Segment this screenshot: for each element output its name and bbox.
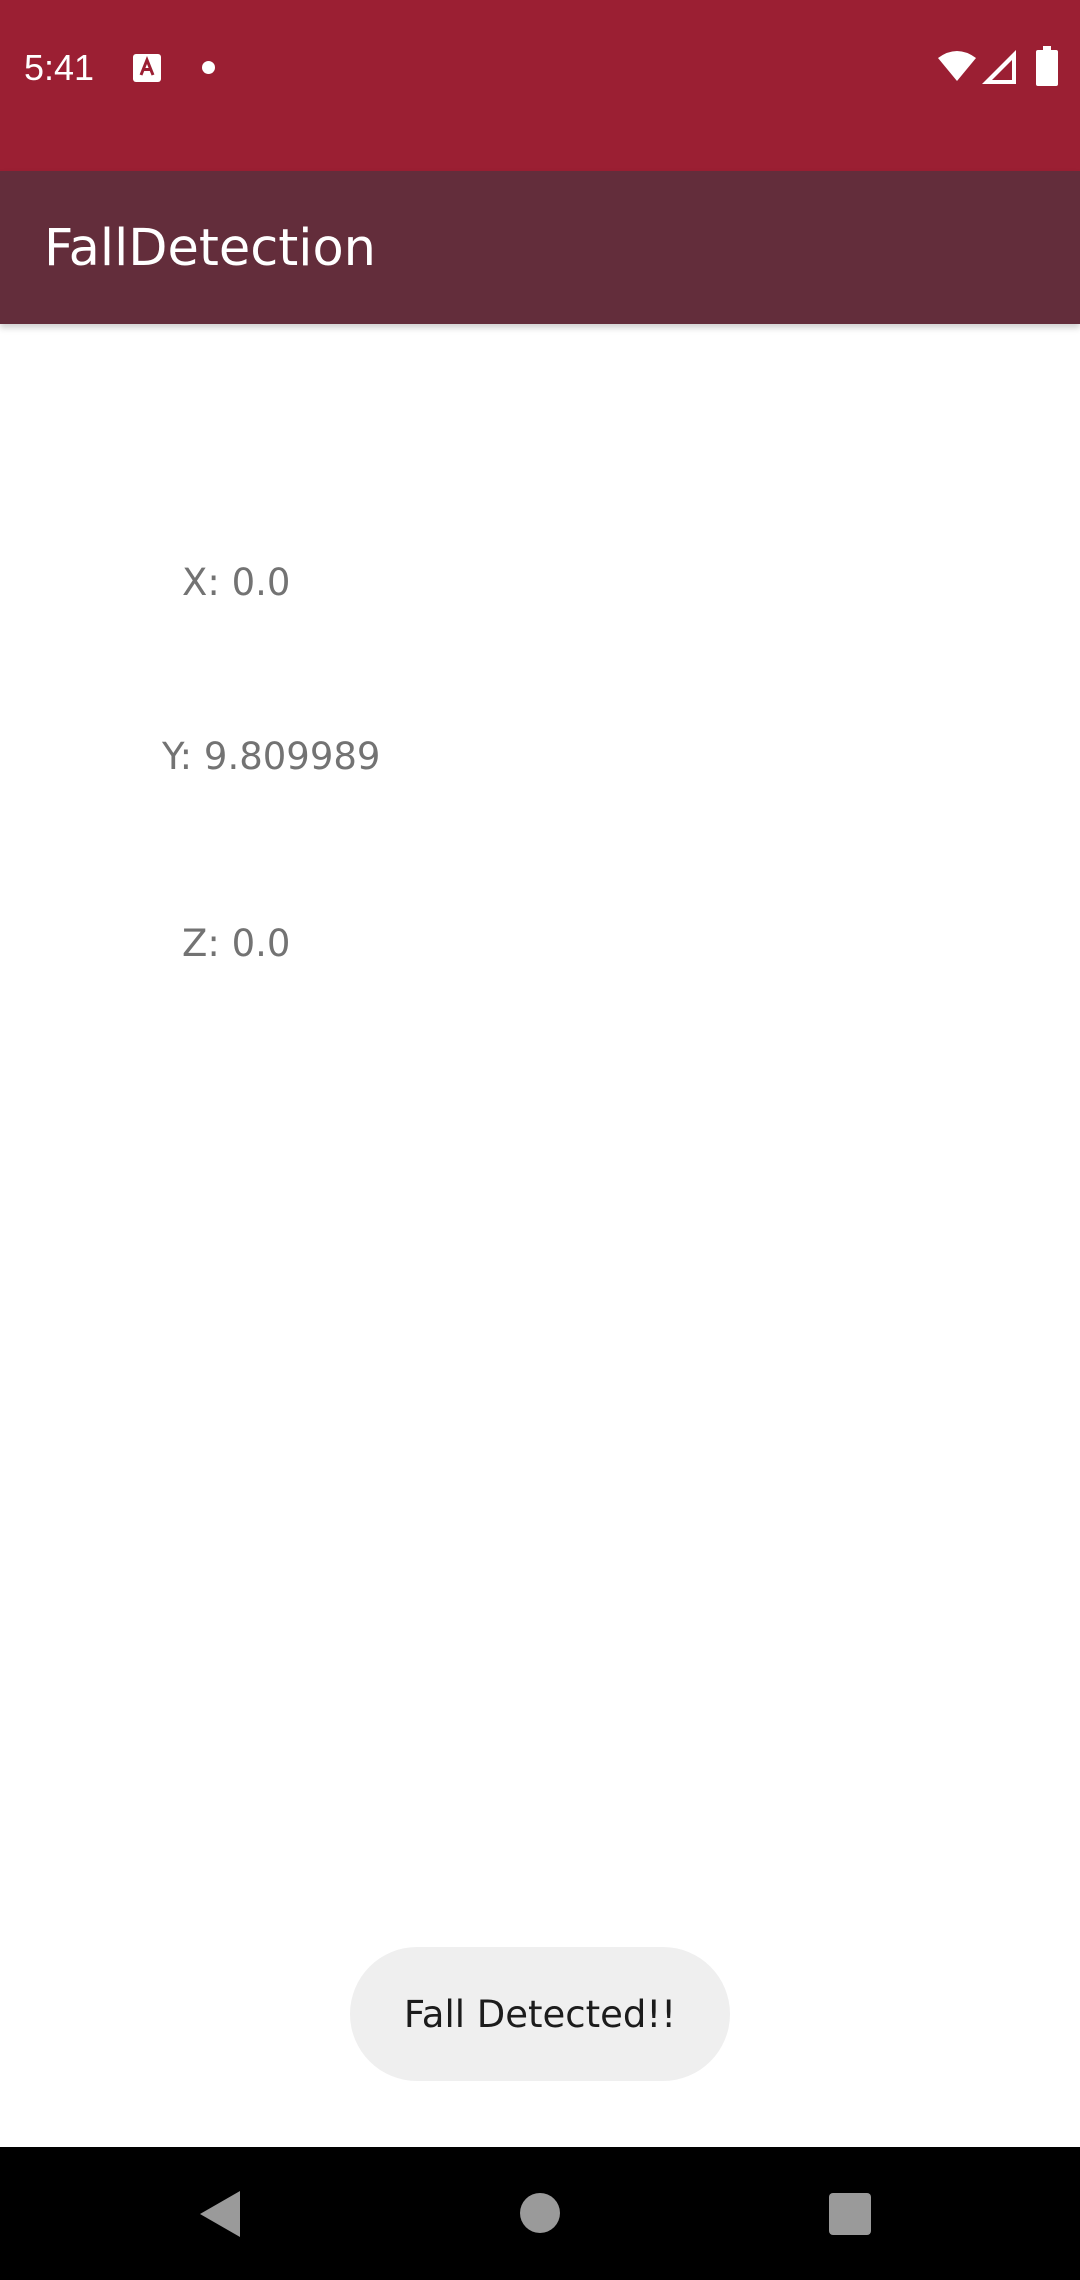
app-title: FallDetection	[44, 219, 376, 278]
status-time: 5:41	[24, 47, 95, 88]
back-icon[interactable]	[200, 2189, 246, 2239]
y-reading: Y: 9.809989	[162, 735, 381, 778]
signal-icon	[982, 50, 1016, 84]
notification-a-icon	[133, 54, 161, 82]
home-icon[interactable]	[520, 2193, 560, 2233]
dot-icon	[202, 61, 215, 74]
navigation-bar	[0, 2147, 1080, 2280]
screen: 5:41 FallDetection X: 0.0 Y: 9.809989 Z:…	[0, 0, 1080, 2280]
wifi-icon	[938, 51, 976, 81]
recents-icon[interactable]	[829, 2193, 871, 2235]
toast-message: Fall Detected!!	[403, 1992, 677, 2036]
app-bar: FallDetection	[0, 171, 1080, 324]
toast: Fall Detected!!	[350, 1947, 730, 2081]
status-bar: 5:41	[0, 0, 1080, 171]
battery-icon	[1036, 46, 1058, 86]
x-reading: X: 0.0	[182, 561, 291, 604]
z-reading: Z: 0.0	[182, 922, 291, 965]
